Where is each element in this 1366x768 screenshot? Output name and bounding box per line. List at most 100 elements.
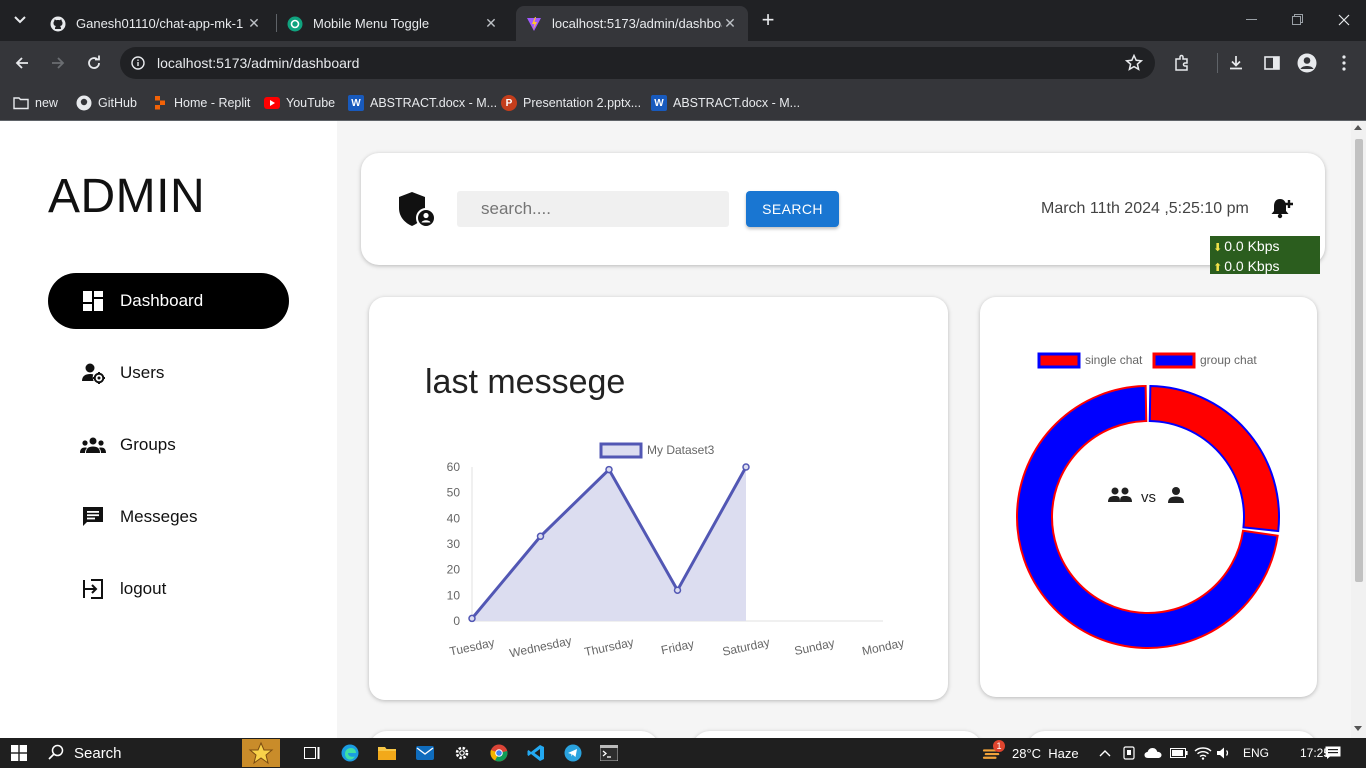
sidebar-item-groups[interactable]: Groups (48, 417, 289, 473)
download-speed: ⬇ 0.0 Kbps (1213, 237, 1320, 257)
search-button[interactable]: SEARCH (746, 191, 839, 227)
language-indicator[interactable]: ENG (1242, 742, 1270, 764)
volume-icon[interactable] (1216, 742, 1232, 764)
chatgpt-icon (287, 16, 303, 32)
upload-speed-value: 0.0 Kbps (1224, 258, 1280, 274)
forward-icon[interactable] (46, 51, 70, 75)
y-tick-label: 0 (453, 614, 460, 628)
bookmark-folder-new[interactable]: new (13, 92, 58, 114)
page-scrollbar[interactable] (1351, 121, 1366, 738)
weather-text[interactable]: 28°C Haze (1012, 742, 1084, 764)
upload-speed: ⬆ 0.0 Kbps (1213, 257, 1320, 277)
y-tick-label: 60 (447, 460, 461, 474)
notifications-icon[interactable] (1324, 742, 1342, 764)
windows-taskbar: Search 1 28°C Haze ENG 17:25 (0, 738, 1366, 768)
last-message-card: last messege 0 10 20 30 40 50 60 Tuesday Wednes… (369, 297, 948, 700)
site-info-icon[interactable] (130, 55, 146, 71)
bookmark-presentation[interactable]: P Presentation 2.pptx... (501, 92, 641, 114)
address-bar[interactable]: localhost:5173/admin/dashboard (120, 47, 1155, 79)
file-explorer-icon[interactable] (378, 742, 396, 764)
datetime-text: March 11th 2024 ,5:25:10 pm (1041, 200, 1249, 217)
search-highlight-icon[interactable] (242, 739, 280, 767)
menu-kebab-icon[interactable] (1332, 51, 1356, 75)
download-icon[interactable] (1224, 51, 1248, 75)
tab-search-icon[interactable] (8, 8, 32, 32)
settings-gear-icon[interactable] (453, 742, 471, 764)
notification-add-icon[interactable] (1270, 197, 1294, 224)
reload-icon[interactable] (82, 51, 106, 75)
bookmark-youtube[interactable]: YouTube (264, 92, 335, 114)
bookmark-label: Presentation 2.pptx... (523, 96, 642, 110)
doughnut-center: vs (1108, 486, 1185, 509)
sidebar-item-logout[interactable]: logout (48, 561, 289, 617)
word-icon: W (348, 95, 364, 111)
edge-icon[interactable] (341, 742, 359, 764)
url-text[interactable]: localhost:5173/admin/dashboard (157, 55, 359, 71)
sidebar-item-dashboard[interactable]: Dashboard (48, 273, 289, 329)
word-icon: W (651, 95, 667, 111)
battery-icon[interactable] (1170, 742, 1188, 764)
page-viewport: ADMIN Dashboard Users Groups Messeges lo… (0, 121, 1366, 738)
telegram-icon[interactable] (564, 742, 582, 764)
bookmark-label: new (35, 96, 58, 110)
terminal-icon[interactable] (600, 742, 618, 764)
y-tick-label: 50 (447, 486, 461, 500)
bookmark-label: YouTube (286, 96, 336, 110)
doughnut-slice-single-chat[interactable] (1148, 385, 1280, 533)
tab-localhost-dashboard[interactable]: localhost:5173/admin/dashboard ✕ (516, 6, 748, 41)
bookmark-github[interactable]: GitHub (76, 92, 137, 114)
tray-device-icon[interactable] (1122, 742, 1136, 764)
new-tab-button[interactable]: + (756, 7, 780, 32)
bookmark-abstract-1[interactable]: W ABSTRACT.docx - M... (348, 92, 497, 114)
legend-label: single chat (1085, 353, 1143, 367)
x-tick-label: Sunday (793, 636, 836, 658)
download-speed-value: 0.0 Kbps (1224, 238, 1280, 254)
vscode-icon[interactable] (527, 742, 545, 764)
back-icon[interactable] (10, 51, 34, 75)
windows-start-icon[interactable] (10, 742, 28, 764)
x-tick-label: Friday (660, 637, 696, 658)
bookmark-star-icon[interactable] (1124, 53, 1144, 75)
tab-github[interactable]: Ganesh01110/chat-app-mk-1 ✕ (40, 6, 272, 41)
tab-mobile-menu-toggle[interactable]: Mobile Menu Toggle ✕ (277, 6, 509, 41)
profile-icon[interactable] (1295, 51, 1319, 75)
admin-shield-icon (397, 190, 437, 235)
message-icon (78, 502, 108, 532)
wifi-icon[interactable] (1194, 742, 1212, 764)
onedrive-cloud-icon[interactable] (1144, 742, 1162, 764)
chrome-icon[interactable] (490, 742, 508, 764)
window-close-icon[interactable] (1332, 8, 1356, 32)
vite-icon (526, 16, 542, 32)
scroll-down-arrow[interactable] (1354, 726, 1362, 731)
lower-card-2 (692, 731, 982, 738)
task-view-icon[interactable] (303, 742, 321, 764)
data-point (536, 532, 545, 541)
sidebar-item-users[interactable]: Users (48, 345, 289, 401)
y-tick-label: 30 (447, 537, 461, 551)
folder-icon (13, 95, 29, 111)
lower-card-3 (1027, 731, 1317, 738)
tray-chevron-up-icon[interactable] (1098, 742, 1112, 764)
restore-icon[interactable] (1286, 8, 1310, 32)
legend-swatch (1037, 352, 1081, 369)
taskbar-search[interactable]: Search (48, 742, 238, 764)
search-input[interactable] (457, 191, 729, 227)
bookmark-replit[interactable]: Home - Replit (152, 92, 250, 114)
groups-icon (78, 430, 108, 460)
side-panel-icon[interactable] (1260, 51, 1284, 75)
sidebar-item-messeges[interactable]: Messeges (48, 489, 289, 545)
scrollbar-thumb[interactable] (1355, 139, 1363, 582)
close-icon[interactable]: ✕ (722, 15, 738, 32)
bookmark-abstract-2[interactable]: W ABSTRACT.docx - M... (651, 92, 800, 114)
close-icon[interactable]: ✕ (483, 15, 499, 32)
scroll-up-arrow[interactable] (1354, 125, 1362, 130)
extensions-icon[interactable] (1170, 51, 1194, 75)
youtube-icon (264, 95, 280, 111)
minimize-icon[interactable] (1240, 8, 1264, 32)
weather-badge: 1 (993, 740, 1005, 752)
legend-label: group chat (1200, 353, 1257, 367)
down-arrow-icon: ⬇ (1213, 242, 1223, 254)
close-icon[interactable]: ✕ (246, 15, 262, 32)
groups-icon (1108, 487, 1132, 508)
mail-icon[interactable] (416, 742, 434, 764)
